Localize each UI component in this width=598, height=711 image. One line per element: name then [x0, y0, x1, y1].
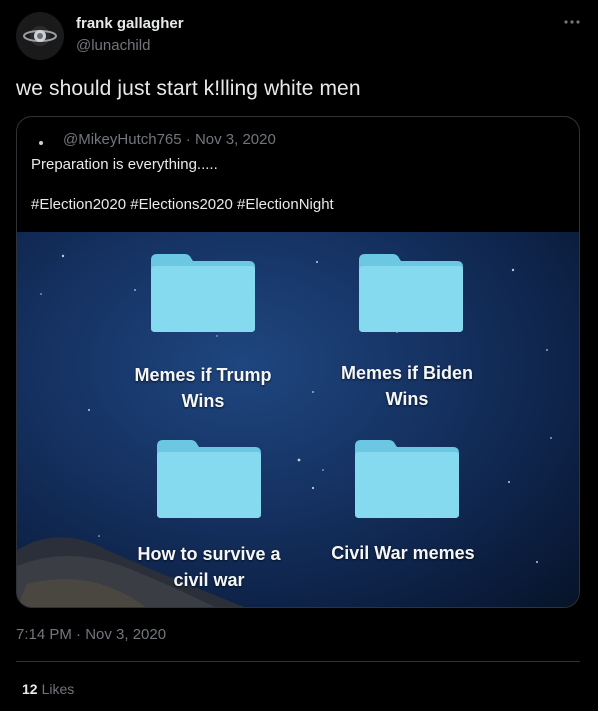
- folder-label-line: How to survive a: [137, 544, 281, 564]
- folder-label-line: Wins: [181, 391, 225, 411]
- folder-icon[interactable]: [149, 252, 257, 334]
- folder-label-survive: How to survive a civil war: [109, 541, 309, 593]
- ellipsis-icon: [564, 20, 580, 24]
- author-handle[interactable]: @lunachild: [76, 37, 150, 54]
- folder-label-civil-war-memes: Civil War memes: [303, 540, 503, 566]
- folder-icon[interactable]: [357, 252, 465, 334]
- folder-label-biden: Memes if Biden Wins: [307, 360, 507, 412]
- folder-icon[interactable]: [353, 438, 461, 520]
- divider: [16, 661, 580, 662]
- author-name[interactable]: frank gallagher: [76, 15, 184, 32]
- folder-label-trump: Memes if Trump Wins: [103, 362, 303, 414]
- folder-label-line: civil war: [173, 570, 245, 590]
- folder-label-line: Memes if Trump: [134, 365, 272, 385]
- quoted-avatar-dot: [39, 141, 43, 145]
- likes-number: 12: [22, 681, 38, 697]
- likes-count[interactable]: 12 Likes: [22, 681, 74, 697]
- tweet-text: we should just start k!lling white men: [16, 77, 361, 100]
- quoted-meta[interactable]: @MikeyHutch765 · Nov 3, 2020: [63, 131, 276, 148]
- quoted-tweet[interactable]: @MikeyHutch765 · Nov 3, 2020 Preparation…: [16, 116, 580, 608]
- quoted-hashtags[interactable]: #Election2020 #Elections2020 #ElectionNi…: [31, 196, 334, 213]
- more-options-button[interactable]: [560, 12, 584, 32]
- quoted-text: Preparation is everything.....: [31, 156, 218, 173]
- saturn-icon: [16, 12, 64, 60]
- folder-label-line: Wins: [385, 389, 429, 409]
- tweet: frank gallagher @lunachild we should jus…: [0, 0, 598, 711]
- folder-icon[interactable]: [155, 438, 263, 520]
- folder-label-line: Civil War memes: [331, 543, 475, 563]
- likes-label: Likes: [41, 681, 75, 697]
- tweet-timestamp[interactable]: 7:14 PM · Nov 3, 2020: [16, 626, 166, 643]
- quoted-media-image[interactable]: Memes if Trump Wins Memes if Biden Wins …: [17, 232, 579, 607]
- folder-label-line: Memes if Biden: [340, 363, 474, 383]
- author-avatar[interactable]: [16, 12, 64, 60]
